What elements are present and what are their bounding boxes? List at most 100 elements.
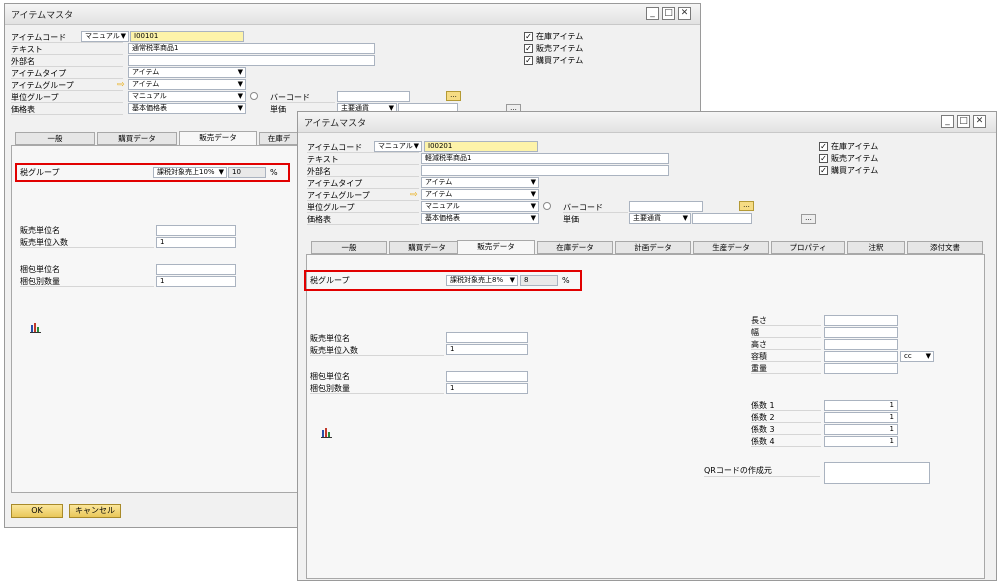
price-list-value: 基本価格表 — [425, 214, 460, 222]
title-bar: アイテムマスタ _ □ ✕ — [5, 4, 700, 25]
factor-4-value: 1 — [889, 437, 894, 445]
currency-select[interactable]: 主要通貨 ▼ — [629, 213, 691, 224]
sales-qty-input[interactable]: 1 — [446, 344, 528, 355]
height-input[interactable] — [824, 339, 898, 350]
pack-qty-input[interactable]: 1 — [446, 383, 528, 394]
series-select[interactable]: マニュアル ▼ — [81, 31, 129, 42]
item-group-select[interactable]: アイテム ▼ — [128, 79, 246, 90]
price-list-select[interactable]: 基本価格表 ▼ — [421, 213, 539, 224]
maximize-icon[interactable]: □ — [662, 7, 675, 20]
pack-qty-input[interactable]: 1 — [156, 276, 236, 287]
item-group-value: アイテム — [132, 80, 160, 88]
tax-rate-field: 10 — [228, 167, 266, 178]
info-icon[interactable] — [250, 92, 258, 100]
foreign-name-input[interactable] — [421, 165, 669, 176]
foreign-name-input[interactable] — [128, 55, 375, 66]
series-value: マニュアル — [378, 142, 413, 150]
tax-group-label: 税グループ — [310, 276, 350, 285]
cancel-button[interactable]: キャンセル — [69, 504, 121, 518]
tab-sales[interactable]: 販売データ — [179, 131, 257, 145]
pack-uom-label: 梱包単位名 — [310, 372, 350, 381]
uom-group-value: マニュアル — [132, 92, 167, 100]
inventory-item-label: 在庫アイテム — [536, 32, 584, 41]
dropdown-arrow-icon: ▼ — [530, 178, 536, 186]
item-group-value: アイテム — [425, 190, 453, 198]
tab-general[interactable]: 一般 — [311, 241, 387, 254]
pack-uom-input[interactable] — [446, 371, 528, 382]
tab-inventory[interactable]: 在庫データ — [537, 241, 613, 254]
sales-uom-label: 販売単位名 — [20, 226, 60, 235]
width-input[interactable] — [824, 327, 898, 338]
length-input[interactable] — [824, 315, 898, 326]
info-icon[interactable] — [543, 202, 551, 210]
label-underline — [563, 212, 628, 213]
tax-group-select[interactable]: 課税対象売上8% ▼ — [446, 275, 518, 286]
dropdown-arrow-icon: ▼ — [237, 80, 243, 88]
text-input[interactable]: 通常税率商品1 — [128, 43, 375, 54]
tab-general[interactable]: 一般 — [15, 132, 95, 145]
purchase-item-checkbox[interactable]: ✓ — [524, 56, 533, 65]
sales-uom-input[interactable] — [156, 225, 236, 236]
tab-attachments[interactable]: 添付文書 — [907, 241, 983, 254]
barcode-browse-button[interactable]: ... — [446, 91, 461, 101]
factor-1-input[interactable]: 1 — [824, 400, 898, 411]
sales-qty-input[interactable]: 1 — [156, 237, 236, 248]
volume-unit-select[interactable]: cc ▼ — [900, 351, 934, 362]
dropdown-arrow-icon: ▼ — [682, 214, 688, 222]
sales-item-checkbox[interactable]: ✓ — [524, 44, 533, 53]
ok-button[interactable]: OK — [11, 504, 63, 518]
link-arrow-icon[interactable]: ⇨ — [410, 191, 418, 200]
close-icon[interactable]: ✕ — [973, 115, 986, 128]
barcode-browse-button[interactable]: ... — [739, 201, 754, 211]
series-value: マニュアル — [85, 32, 120, 40]
qr-source-textarea[interactable] — [824, 462, 930, 484]
item-group-select[interactable]: アイテム ▼ — [421, 189, 539, 200]
maximize-icon[interactable]: □ — [957, 115, 970, 128]
item-code-input[interactable]: I00201 — [424, 141, 538, 152]
series-select[interactable]: マニュアル ▼ — [374, 141, 422, 152]
tab-inventory[interactable]: 在庫デ — [259, 132, 299, 145]
sales-qty-value: 1 — [450, 345, 455, 353]
tab-production[interactable]: 生産データ — [693, 241, 769, 254]
chart-icon[interactable] — [321, 427, 332, 438]
purchase-item-checkbox[interactable]: ✓ — [819, 166, 828, 175]
minimize-icon[interactable]: _ — [941, 115, 954, 128]
text-input[interactable]: 軽減税率商品1 — [421, 153, 669, 164]
price-list-select[interactable]: 基本価格表 ▼ — [128, 103, 246, 114]
unit-price-label: 単価 — [270, 105, 286, 114]
weight-input[interactable] — [824, 363, 898, 374]
factor-4-input[interactable]: 1 — [824, 436, 898, 447]
tax-group-label: 税グループ — [20, 168, 60, 177]
tax-group-value: 課税対象売上10% — [157, 168, 215, 176]
tab-sales[interactable]: 販売データ — [457, 240, 535, 254]
inventory-item-checkbox[interactable]: ✓ — [819, 142, 828, 151]
link-arrow-icon[interactable]: ⇨ — [117, 81, 125, 90]
sales-item-checkbox[interactable]: ✓ — [819, 154, 828, 163]
barcode-input[interactable] — [629, 201, 703, 212]
price-browse-button[interactable]: ... — [801, 214, 816, 224]
factor-3-input[interactable]: 1 — [824, 424, 898, 435]
tax-group-select[interactable]: 課税対象売上10% ▼ — [153, 167, 227, 178]
tab-planning[interactable]: 計画データ — [615, 241, 691, 254]
label-underline — [751, 349, 821, 350]
uom-group-select[interactable]: マニュアル ▼ — [128, 91, 246, 102]
volume-input[interactable] — [824, 351, 898, 362]
unit-price-input[interactable] — [692, 213, 752, 224]
item-type-select[interactable]: アイテム ▼ — [128, 67, 246, 78]
tab-purchasing[interactable]: 購買データ — [97, 132, 177, 145]
factor-2-input[interactable]: 1 — [824, 412, 898, 423]
tab-properties[interactable]: プロパティ — [771, 241, 845, 254]
pack-uom-input[interactable] — [156, 264, 236, 275]
barcode-input[interactable] — [337, 91, 410, 102]
tab-remarks[interactable]: 注釈 — [847, 241, 905, 254]
close-icon[interactable]: ✕ — [678, 7, 691, 20]
minimize-icon[interactable]: _ — [646, 7, 659, 20]
tab-purchasing[interactable]: 購買データ — [389, 241, 465, 254]
inventory-item-checkbox[interactable]: ✓ — [524, 32, 533, 41]
chart-icon[interactable] — [30, 322, 41, 333]
item-type-select[interactable]: アイテム ▼ — [421, 177, 539, 188]
item-code-input[interactable]: I00101 — [130, 31, 244, 42]
sales-uom-input[interactable] — [446, 332, 528, 343]
factor-1-value: 1 — [889, 401, 894, 409]
uom-group-select[interactable]: マニュアル ▼ — [421, 201, 539, 212]
